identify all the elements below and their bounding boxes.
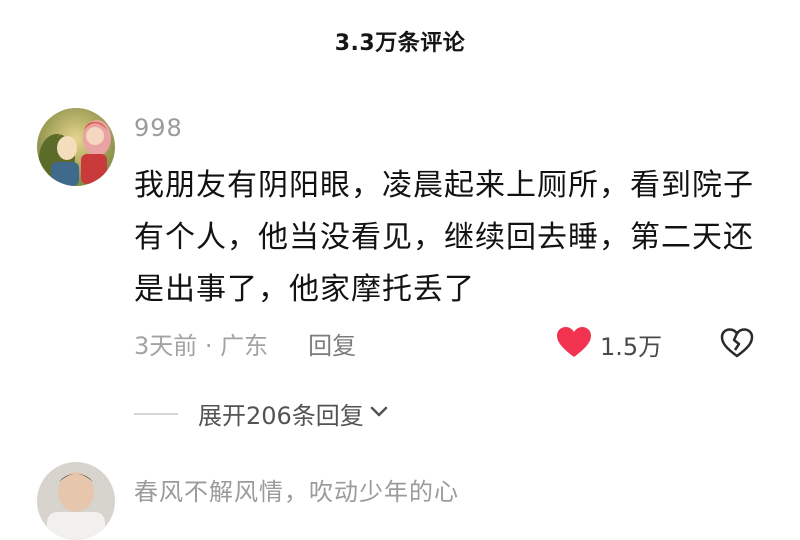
avatar[interactable] [37, 462, 115, 540]
heart-filled-icon [556, 326, 592, 362]
chevron-down-icon [368, 401, 390, 427]
avatar[interactable] [37, 108, 115, 186]
comment-item: 春风不解风情，吹动少年的心 [0, 454, 800, 540]
like-count: 1.5万 [600, 332, 663, 361]
expand-replies-button[interactable]: 展开206条回复 [134, 396, 390, 431]
like-button[interactable]: 1.5万 [556, 326, 662, 362]
comment-item: 998 我朋友有阴阳眼，凌晨起来上厕所，看到院子有个人，他当没看见，继续回去睡，… [0, 100, 800, 430]
comments-header: 3.3万条评论 [0, 0, 800, 84]
broken-heart-icon [720, 328, 754, 362]
comment-meta: 3天前 · 广东 回复 [134, 326, 356, 361]
comment-body: 我朋友有阴阳眼，凌晨起来上厕所，看到院子有个人，他当没看见，继续回去睡，第二天还… [134, 168, 754, 307]
comment-time-location: 3天前 · 广东 [134, 332, 269, 360]
comment-username[interactable]: 998 [134, 114, 183, 142]
comment-username[interactable]: 春风不解风情，吹动少年的心 [134, 472, 459, 507]
dislike-button[interactable] [720, 328, 754, 362]
expand-replies-label: 展开206条回复 [198, 402, 364, 430]
reply-button[interactable]: 回复 [308, 326, 356, 361]
divider-line [134, 412, 178, 415]
comment-count-title: 3.3万条评论 [334, 31, 466, 56]
